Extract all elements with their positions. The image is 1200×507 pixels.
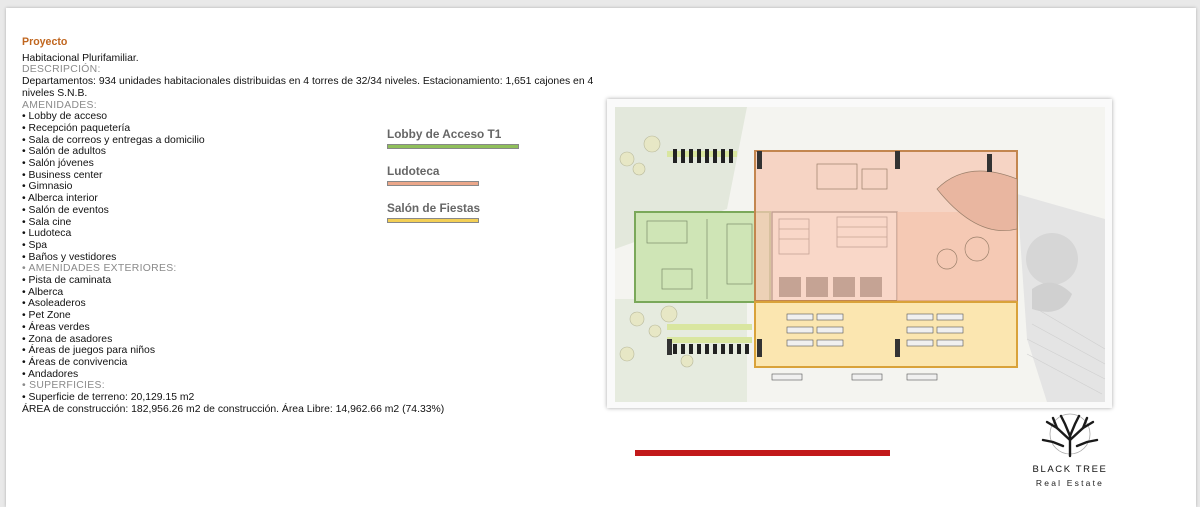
floor-plan-image [607, 99, 1112, 408]
project-description: Proyecto Habitacional Plurifamiliar. DES… [22, 36, 622, 416]
logo-subtitle: Real Estate [1035, 478, 1105, 488]
descripcion-text: Departamentos: 934 unidades habitacional… [22, 76, 594, 99]
list-item: • Recepción paquetería [22, 122, 131, 134]
zone-lobby [634, 211, 771, 303]
logo-name: BLACK TREE [1032, 464, 1108, 475]
list-item: • Áreas de juegos para niños [22, 345, 156, 357]
list-item: • Áreas verdes [22, 321, 90, 333]
list-item: • Zona de asadores [22, 333, 113, 345]
legend-swatch [387, 218, 479, 223]
list-item: • Sala cine [22, 216, 72, 228]
list-item: • Spa [22, 239, 48, 251]
list-item: • Pista de caminata [22, 275, 112, 287]
pool [1026, 233, 1078, 285]
list-item: • Salón jóvenes [22, 158, 94, 170]
list-item: • Pet Zone [22, 310, 71, 322]
legend-label: Lobby de Acceso T1 [387, 127, 502, 141]
legend-item-fiestas: Salón de Fiestas [387, 201, 519, 223]
superficies-label: • SUPERFICIES: [22, 380, 105, 392]
list-item: • Áreas de convivencia [22, 356, 128, 368]
list-item: • Alberca interior [22, 193, 98, 205]
plan-legend: Lobby de Acceso T1 Ludoteca Salón de Fie… [387, 127, 519, 238]
legend-item-lobby: Lobby de Acceso T1 [387, 127, 519, 149]
list-item: • Ludoteca [22, 228, 72, 240]
list-item: • Andadores [22, 368, 79, 380]
list-item: • Salón de adultos [22, 146, 106, 158]
list-item: • Alberca [22, 286, 64, 298]
zone-fiestas [754, 301, 1018, 368]
legend-swatch [387, 144, 519, 149]
accent-bar [635, 450, 890, 456]
list-item: • Asoleaderos [22, 298, 86, 310]
amenidades-list: • Lobby de acceso • Recepción paquetería… [22, 111, 622, 263]
list-item: • Gimnasio [22, 181, 73, 193]
amenidades-label: AMENIDADES: [22, 99, 97, 111]
legend-label: Salón de Fiestas [387, 201, 481, 215]
project-heading: Proyecto [22, 36, 68, 48]
superficie-terreno: • Superficie de terreno: 20,129.15 m2 [22, 392, 195, 404]
company-logo: BLACK TREE Real Estate [1010, 412, 1130, 488]
project-type: Habitacional Plurifamiliar. [22, 52, 139, 64]
floor-plan-drawing [615, 107, 1106, 402]
legend-item-ludoteca: Ludoteca [387, 164, 519, 186]
list-item: • Baños y vestidores [22, 251, 117, 263]
legend-label: Ludoteca [387, 164, 440, 178]
list-item: • Salón de eventos [22, 204, 109, 216]
exteriores-label: • AMENIDADES EXTERIORES: [22, 263, 177, 275]
descripcion-label: DESCRIPCIÓN: [22, 64, 101, 76]
area-construccion: ÁREA de construcción: 182,956.26 m2 de c… [22, 403, 445, 415]
list-item: • Business center [22, 169, 103, 181]
exteriores-list: • Pista de caminata • Alberca • Asoleade… [22, 275, 622, 380]
tree-logo-icon [1041, 413, 1099, 458]
list-item: • Lobby de acceso [22, 111, 108, 123]
legend-swatch [387, 181, 479, 186]
list-item: • Sala de correos y entregas a domicilio [22, 134, 205, 146]
